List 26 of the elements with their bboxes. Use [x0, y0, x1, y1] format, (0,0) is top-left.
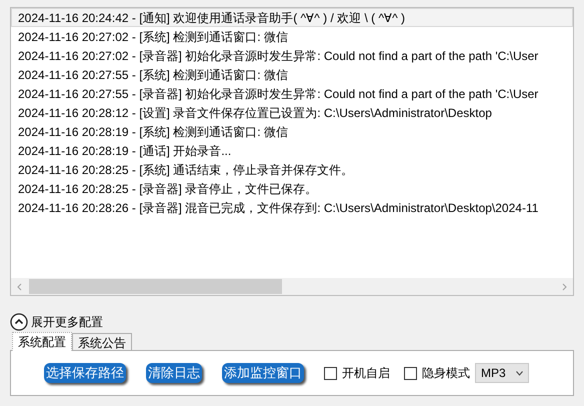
chevron-up-circle-icon — [10, 313, 28, 331]
log-row[interactable]: 2024-11-16 20:28:19 - [系统] 检测到通话窗口: 微信 — [11, 122, 573, 141]
tab[interactable]: 系统公告 — [72, 333, 132, 350]
checkbox[interactable] — [324, 366, 337, 380]
action-button[interactable]: 选择保存路径 — [44, 363, 126, 383]
log-row[interactable]: 2024-11-16 20:27:02 - [系统] 检测到通话窗口: 微信 — [11, 27, 573, 46]
action-button[interactable]: 添加监控窗口 — [222, 363, 304, 383]
log-row[interactable]: 2024-11-16 20:27:02 - [录音器] 初始化录音源时发生异常: Could not find a part of the path 'C:\User — [11, 46, 573, 65]
checkbox-label: 开机自启 — [342, 365, 390, 382]
expand-config-toggle[interactable]: 展开更多配置 — [10, 313, 103, 331]
scrollbar-thumb[interactable] — [29, 279, 282, 294]
checkbox-label: 隐身模式 — [422, 365, 470, 382]
horizontal-scrollbar[interactable] — [11, 278, 573, 295]
log-row[interactable]: 2024-11-16 20:24:42 - [通知] 欢迎使用通话录音助手( ^∀^ ) / 欢迎 \ ( ^∀^ ) — [11, 8, 573, 27]
format-select[interactable]: MP3 — [475, 363, 529, 383]
action-button[interactable]: 清除日志 — [146, 363, 202, 383]
log-row[interactable]: 2024-11-16 20:28:25 - [系统] 通话结束，停止录音并保存文件。 — [11, 160, 573, 179]
checkbox[interactable] — [404, 366, 417, 380]
log-row[interactable]: 2024-11-16 20:27:55 - [系统] 检测到通话窗口: 微信 — [11, 65, 573, 84]
log-row[interactable]: 2024-11-16 20:27:55 - [录音器] 初始化录音源时发生异常: Could not find a part of the path 'C:\User — [11, 84, 573, 103]
log-row[interactable]: 2024-11-16 20:28:12 - [设置] 录音文件保存位置已设置为: C:\Users\Administrator\Desktop — [11, 103, 573, 122]
tab[interactable]: 系统配置 — [12, 332, 72, 351]
log-row[interactable]: 2024-11-16 20:28:26 - [录音器] 混音已完成，文件保存到: C:\Users\Administrator\Desktop\2024-11 — [11, 198, 573, 217]
dropdown-caret-icon — [516, 370, 523, 376]
log-row[interactable]: 2024-11-16 20:28:25 - [录音器] 录音停止，文件已保存。 — [11, 179, 573, 198]
log-row[interactable]: 2024-11-16 20:28:19 - [通话] 开始录音... — [11, 141, 573, 160]
